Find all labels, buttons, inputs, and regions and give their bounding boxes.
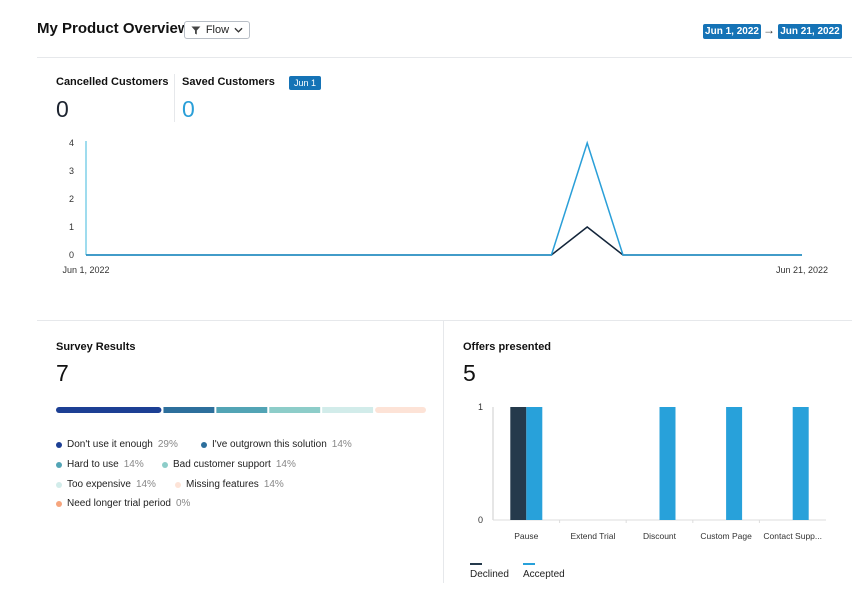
y-tick-label: 2	[69, 194, 74, 204]
hover-date-badge: Jun 1	[289, 76, 322, 90]
category-label: Pause	[514, 531, 538, 541]
category-label: Contact Supp...	[763, 531, 822, 541]
y-tick-label: 0	[69, 250, 74, 260]
legend-dot	[201, 441, 207, 448]
legend-dot	[56, 500, 62, 507]
y-tick-label: 3	[69, 166, 74, 176]
legend-pct: 14%	[263, 479, 284, 490]
saved-customers-label: Saved Customers	[182, 76, 275, 88]
y-tick-label: 1	[478, 402, 483, 412]
cancelled-customers-label: Cancelled Customers	[56, 76, 169, 88]
filter-icon	[191, 25, 201, 35]
legend-pct: 29%	[157, 439, 178, 450]
bar-accepted	[659, 407, 676, 520]
legend-dot	[56, 481, 62, 488]
legend-label: Don't use it enough	[67, 439, 153, 450]
survey-legend-item: Too expensive 14%	[56, 479, 156, 490]
flow-filter-dropdown[interactable]: Flow	[184, 21, 250, 39]
category-label: Extend Trial	[570, 531, 615, 541]
cancelled-customers-value: 0	[56, 96, 69, 122]
legend-swatch-declined	[470, 563, 482, 565]
x-tick-label: Jun 1, 2022	[62, 265, 109, 275]
offers-presented-title: Offers presented	[463, 341, 552, 353]
bar-accepted	[526, 407, 543, 520]
stat-divider	[174, 74, 175, 122]
filter-label: Flow	[205, 24, 230, 36]
page-title: My Product Overview	[37, 20, 190, 37]
arrow-right-icon: →	[763, 23, 775, 37]
legend-dot	[56, 461, 62, 468]
saved-customers-value: 0	[182, 96, 195, 122]
survey-total: 7	[56, 360, 69, 386]
series-line-0	[86, 226, 802, 256]
legend-dot	[175, 481, 181, 488]
category-label: Custom Page	[700, 531, 752, 541]
survey-legend-item: I've outgrown this solution 14%	[201, 439, 352, 450]
survey-legend-item: Bad customer support 14%	[162, 459, 296, 470]
bar-declined	[510, 407, 527, 520]
legend-pct: 0%	[175, 498, 191, 509]
survey-legend-item: Need longer trial period 0%	[56, 498, 190, 509]
x-tick-label: Jun 21, 2022	[776, 265, 828, 275]
legend-label: Need longer trial period	[67, 498, 171, 509]
survey-segment	[163, 407, 215, 413]
divider	[37, 320, 852, 321]
legend-label: I've outgrown this solution	[212, 439, 327, 450]
offers-total: 5	[463, 360, 476, 386]
survey-segment	[216, 407, 268, 413]
y-tick-label: 1	[69, 222, 74, 232]
y-tick-label: 0	[478, 515, 483, 525]
customers-line-chart: 0 1 2 3 4 Jun 1, 2022 Jun 21, 2022	[62, 138, 828, 275]
legend-pct: 14%	[331, 439, 352, 450]
chevron-down-icon	[234, 27, 243, 33]
survey-legend-item: Hard to use 14%	[56, 459, 144, 470]
legend-dot	[162, 461, 168, 468]
series-line-1	[86, 140, 802, 256]
survey-legend-item: Missing features 14%	[175, 479, 284, 490]
legend-accepted-label: Accepted	[523, 569, 565, 580]
survey-segment	[269, 407, 321, 413]
date-end-picker[interactable]: Jun 21, 2022	[778, 24, 842, 39]
legend-declined-label: Declined	[470, 569, 509, 580]
legend-label: Hard to use	[67, 459, 119, 470]
date-start-picker[interactable]: Jun 1, 2022	[703, 24, 761, 39]
survey-legend-item: Don't use it enough 29%	[56, 439, 178, 450]
survey-segment	[375, 407, 426, 413]
divider	[37, 57, 852, 58]
legend-dot	[56, 441, 62, 448]
survey-stacked-bar	[56, 407, 426, 413]
offers-bar-chart: 0 1 Pause Extend Trial Discount Custom Page Co…	[478, 402, 826, 541]
survey-segment	[322, 407, 374, 413]
legend-label: Too expensive	[67, 479, 131, 490]
legend-label: Missing features	[186, 479, 259, 490]
y-tick-label: 4	[69, 138, 74, 148]
legend-pct: 14%	[123, 459, 144, 470]
category-label: Discount	[643, 531, 677, 541]
legend-swatch-accepted	[523, 563, 535, 565]
survey-results-title: Survey Results	[56, 341, 136, 353]
legend-pct: 14%	[135, 479, 156, 490]
legend-pct: 14%	[275, 459, 296, 470]
bar-accepted	[792, 407, 809, 520]
survey-segment	[56, 407, 162, 413]
bar-accepted	[726, 407, 743, 520]
legend-label: Bad customer support	[173, 459, 271, 470]
